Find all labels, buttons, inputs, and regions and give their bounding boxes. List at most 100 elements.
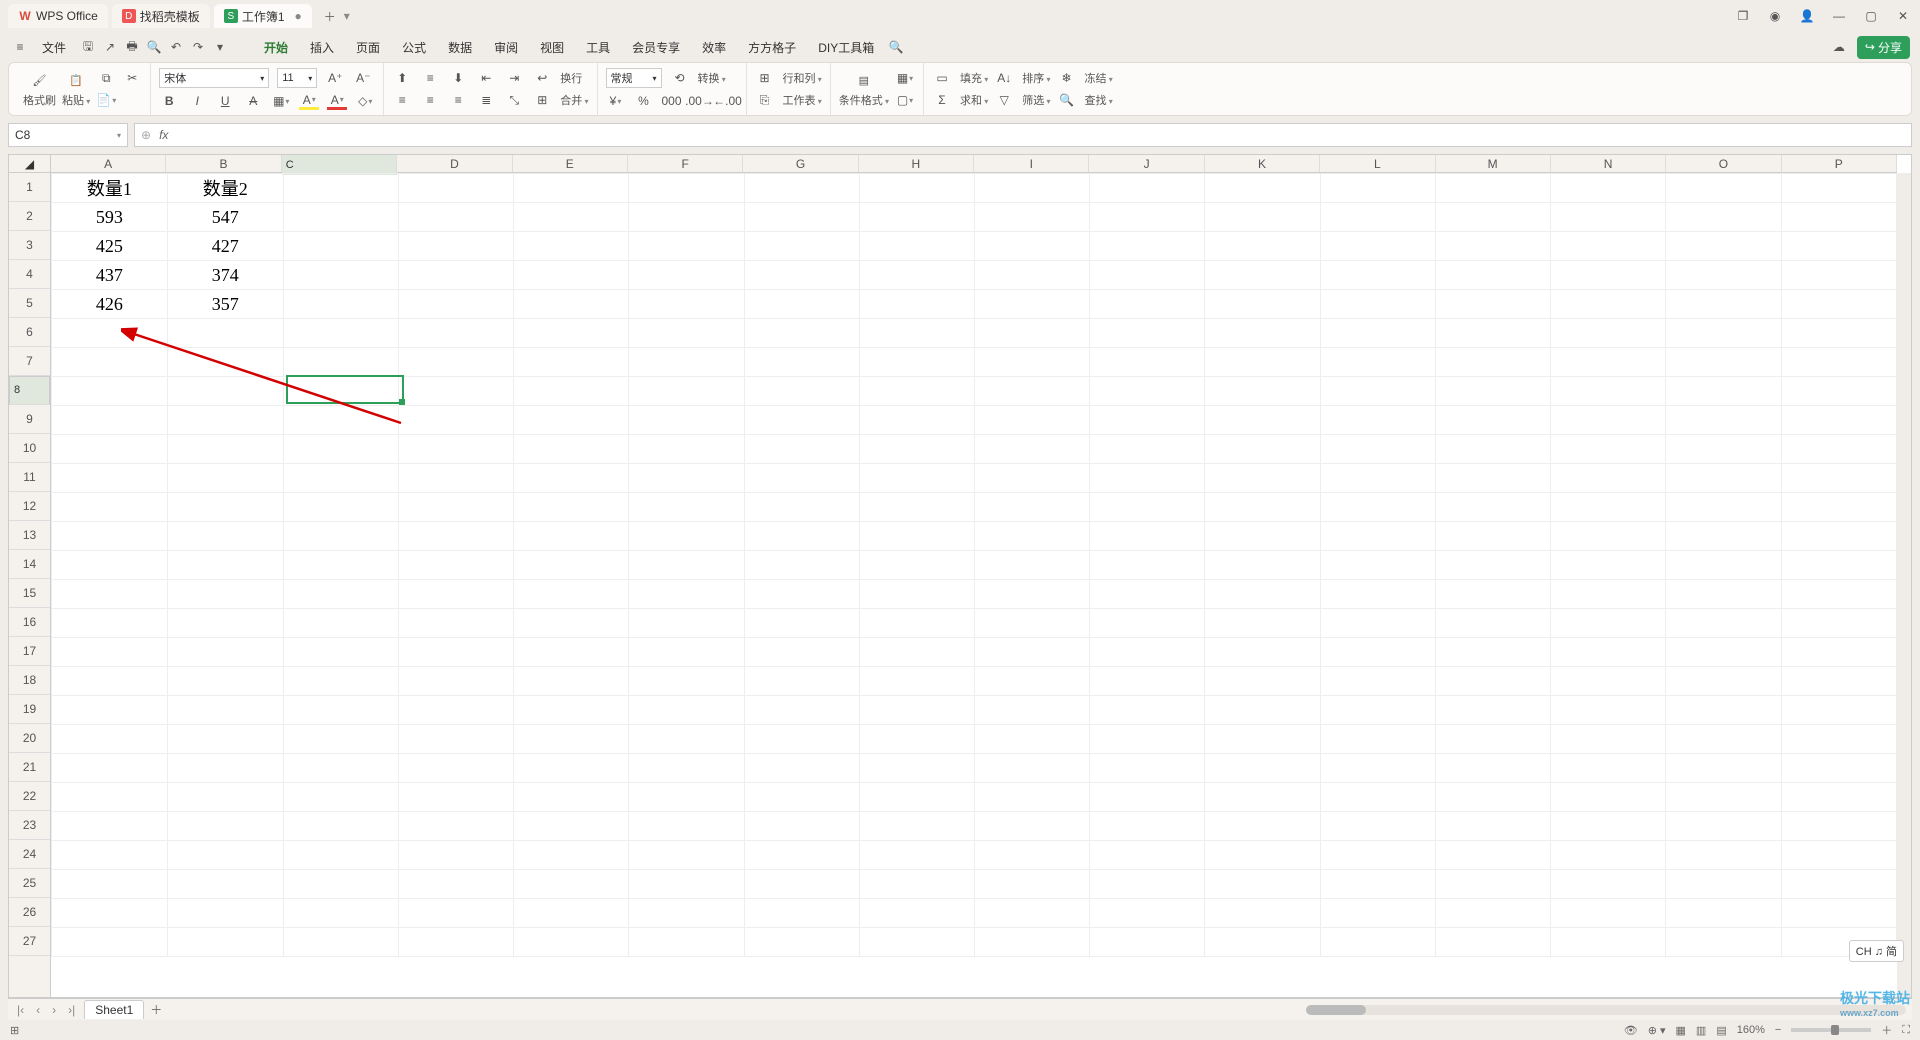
cell-B26[interactable] [167,899,283,928]
row-header-25[interactable]: 25 [9,869,50,898]
cell-I9[interactable] [975,406,1090,435]
add-sheet-button[interactable]: ＋ [150,1001,162,1018]
cell-A6[interactable] [52,319,168,348]
cell-H13[interactable] [859,522,974,551]
cell-H2[interactable] [859,203,974,232]
cell-O25[interactable] [1666,870,1781,899]
cell-K6[interactable] [1205,319,1320,348]
cell-N11[interactable] [1551,464,1666,493]
cube-icon[interactable]: ◉ [1766,9,1784,23]
sheet-tab[interactable]: Sheet1 [84,1000,144,1019]
cell-D4[interactable] [398,261,513,290]
cell-D24[interactable] [398,841,513,870]
cell-K10[interactable] [1205,435,1320,464]
cell-A2[interactable]: 593 [52,203,168,232]
cell-E12[interactable] [514,493,629,522]
redo-icon[interactable]: ↷ [188,37,208,57]
cell-I14[interactable] [975,551,1090,580]
col-header-O[interactable]: O [1666,155,1781,172]
paste-options-icon[interactable]: 📄 [96,91,116,109]
col-header-C[interactable]: C [282,155,398,175]
cell-B16[interactable] [167,609,283,638]
cell-K12[interactable] [1205,493,1320,522]
col-header-P[interactable]: P [1782,155,1897,172]
cell-G26[interactable] [744,899,859,928]
row-header-22[interactable]: 22 [9,782,50,811]
row-header-21[interactable]: 21 [9,753,50,782]
cell-E25[interactable] [514,870,629,899]
cell-P23[interactable] [1781,812,1896,841]
cell-E10[interactable] [514,435,629,464]
file-menu[interactable]: 文件 [32,35,76,60]
cell-B21[interactable] [167,754,283,783]
border-icon[interactable]: ▦ [271,92,291,110]
cell-L10[interactable] [1320,435,1435,464]
cell-L9[interactable] [1320,406,1435,435]
cell-P26[interactable] [1781,899,1896,928]
currency-icon[interactable]: ¥ [606,92,626,110]
cell-K24[interactable] [1205,841,1320,870]
sum-icon[interactable]: Σ [932,91,952,109]
cell-G13[interactable] [744,522,859,551]
cell-J20[interactable] [1090,725,1205,754]
cell-O3[interactable] [1666,232,1781,261]
menu-insert[interactable]: 插入 [300,35,344,60]
cloud-icon[interactable]: ☁ [1829,37,1849,57]
cell-A10[interactable] [52,435,168,464]
cell-M13[interactable] [1435,522,1550,551]
number-format-select[interactable]: 常规▾ [606,68,662,88]
cell-L17[interactable] [1320,638,1435,667]
cell-K13[interactable] [1205,522,1320,551]
cell-O2[interactable] [1666,203,1781,232]
cell-C27[interactable] [283,928,398,957]
cell-H14[interactable] [859,551,974,580]
cell-D15[interactable] [398,580,513,609]
cell-K23[interactable] [1205,812,1320,841]
cell-A5[interactable]: 426 [52,290,168,319]
cell-I10[interactable] [975,435,1090,464]
cell-D11[interactable] [398,464,513,493]
cell-J12[interactable] [1090,493,1205,522]
menu-ffgz[interactable]: 方方格子 [738,35,806,60]
cell-N23[interactable] [1551,812,1666,841]
cell-A22[interactable] [52,783,168,812]
cell-M12[interactable] [1435,493,1550,522]
cell-L20[interactable] [1320,725,1435,754]
cell-L13[interactable] [1320,522,1435,551]
cell-C20[interactable] [283,725,398,754]
find-icon[interactable]: 🔍 [1057,91,1077,109]
row-header-6[interactable]: 6 [9,318,50,347]
sum-label[interactable]: 求和 [960,92,988,108]
cell-F1[interactable] [629,174,744,203]
cell-B13[interactable] [167,522,283,551]
cell-B9[interactable] [167,406,283,435]
cell-F4[interactable] [629,261,744,290]
cell-H1[interactable] [859,174,974,203]
cell-B23[interactable] [167,812,283,841]
cell-G18[interactable] [744,667,859,696]
cell-P12[interactable] [1781,493,1896,522]
row-header-16[interactable]: 16 [9,608,50,637]
font-color-icon[interactable]: A [327,92,347,110]
cell-E26[interactable] [514,899,629,928]
vertical-scrollbar[interactable] [1897,173,1911,997]
cell-M20[interactable] [1435,725,1550,754]
cell-H23[interactable] [859,812,974,841]
cell-G15[interactable] [744,580,859,609]
cell-L21[interactable] [1320,754,1435,783]
cell-I12[interactable] [975,493,1090,522]
cell-I17[interactable] [975,638,1090,667]
cell-P18[interactable] [1781,667,1896,696]
cell-K15[interactable] [1205,580,1320,609]
cell-J7[interactable] [1090,348,1205,377]
cell-C17[interactable] [283,638,398,667]
cell-P25[interactable] [1781,870,1896,899]
font-name-select[interactable]: 宋体▾ [159,68,269,88]
cell-H26[interactable] [859,899,974,928]
cell-C5[interactable] [283,290,398,319]
tab-workbook[interactable]: S 工作簿1 ● [214,4,312,28]
cell-P8[interactable] [1781,377,1896,406]
cell-A23[interactable] [52,812,168,841]
cell-E19[interactable] [514,696,629,725]
cell-G4[interactable] [744,261,859,290]
